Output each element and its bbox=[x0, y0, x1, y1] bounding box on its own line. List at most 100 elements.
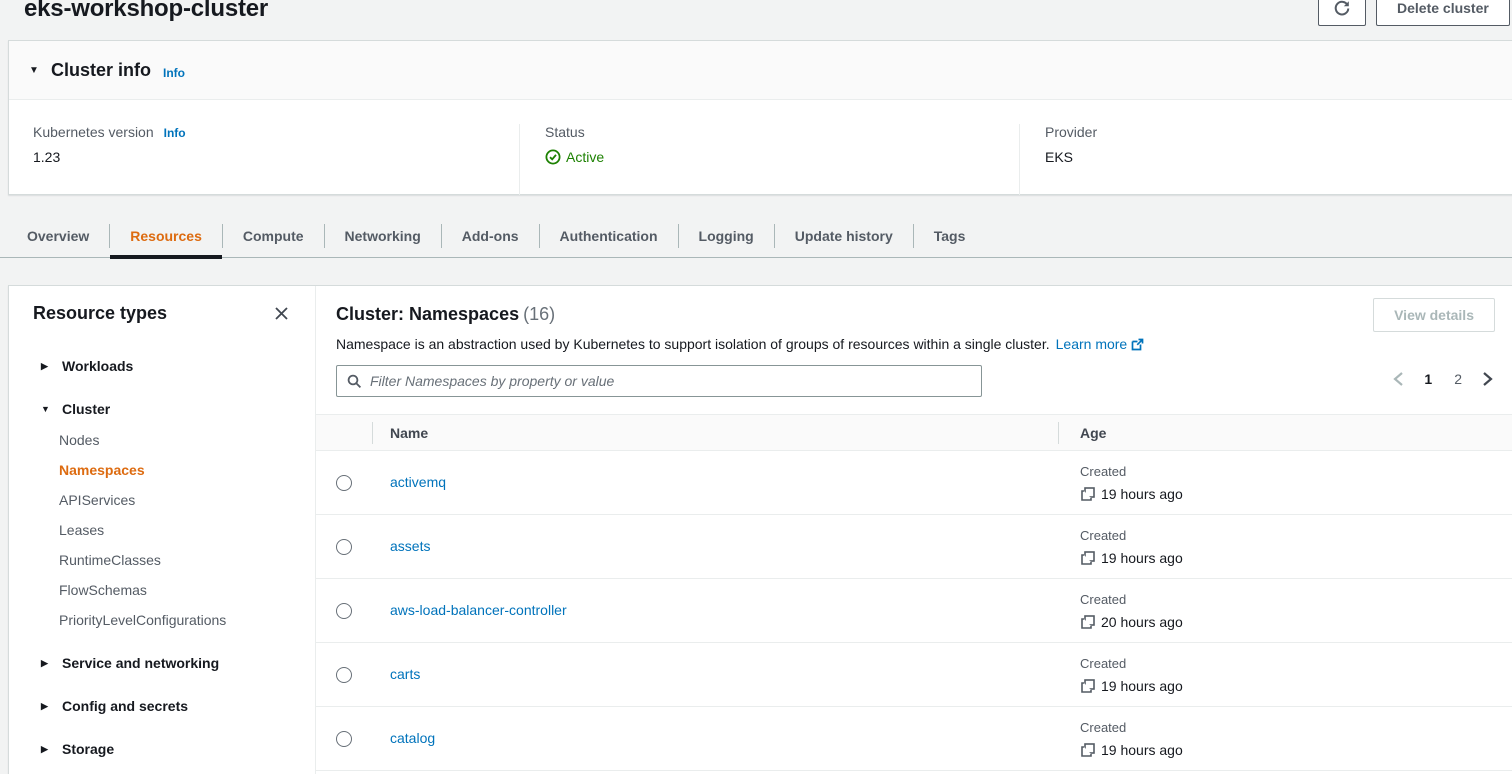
sidebar-item-service-and-networking[interactable]: ▶ Service and networking bbox=[33, 653, 291, 673]
provider-value: EKS bbox=[1045, 149, 1512, 165]
pagination: 1 2 bbox=[1391, 369, 1495, 389]
namespaces-panel: Cluster: Namespaces(16) Namespace is an … bbox=[316, 286, 1512, 774]
sidebar-item-nodes[interactable]: Nodes bbox=[33, 430, 291, 450]
page-number-2[interactable]: 2 bbox=[1450, 369, 1466, 389]
namespace-link[interactable]: assets bbox=[390, 538, 430, 554]
sidebar-item-leases[interactable]: Leases bbox=[33, 520, 291, 540]
caret-right-icon: ▶ bbox=[41, 696, 53, 716]
caret-down-icon: ▼ bbox=[41, 399, 53, 419]
caret-right-icon: ▶ bbox=[41, 739, 53, 759]
sidebar-group-service-networking: ▶ Service and networking bbox=[33, 653, 291, 673]
table-row: assets Created 19 hours ago bbox=[316, 515, 1512, 579]
table-row: carts Created 19 hours ago bbox=[316, 643, 1512, 707]
previous-page-button[interactable] bbox=[1391, 369, 1406, 389]
sidebar-item-runtimeclasses[interactable]: RuntimeClasses bbox=[33, 550, 291, 570]
age-text: 19 hours ago bbox=[1101, 742, 1183, 758]
sidebar-item-apiservices[interactable]: APIServices bbox=[33, 490, 291, 510]
sidebar-item-workloads[interactable]: ▶ Workloads bbox=[33, 356, 291, 376]
namespace-link[interactable]: activemq bbox=[390, 474, 446, 490]
cluster-info-title: Cluster info bbox=[51, 60, 151, 81]
sidebar-item-prioritylevelconfigurations[interactable]: PriorityLevelConfigurations bbox=[33, 610, 291, 630]
sidebar-group-config-secrets: ▶ Config and secrets bbox=[33, 696, 291, 716]
age-text: 19 hours ago bbox=[1101, 550, 1183, 566]
cluster-tabs: Overview Resources Compute Networking Ad… bbox=[0, 215, 1512, 258]
status-field: Status Active bbox=[519, 124, 1019, 195]
sidebar-item-flowschemas[interactable]: FlowSchemas bbox=[33, 580, 291, 600]
row-radio-button[interactable] bbox=[336, 603, 352, 619]
kubernetes-version-label: Kubernetes version bbox=[33, 124, 154, 140]
tab-overview[interactable]: Overview bbox=[7, 215, 109, 257]
table-header: Name Age bbox=[316, 414, 1512, 451]
copy-icon[interactable] bbox=[1081, 743, 1095, 757]
close-icon bbox=[274, 306, 289, 321]
tab-logging[interactable]: Logging bbox=[679, 215, 774, 257]
close-sidebar-button[interactable] bbox=[272, 304, 291, 323]
table-row: aws-load-balancer-controller Created 20 … bbox=[316, 579, 1512, 643]
chevron-left-icon bbox=[1393, 371, 1404, 387]
cluster-info-body: Kubernetes version Info 1.23 Status Acti… bbox=[9, 100, 1512, 195]
created-label: Created bbox=[1080, 656, 1512, 671]
name-column-header: Name bbox=[372, 425, 1058, 441]
row-radio-button[interactable] bbox=[336, 667, 352, 683]
learn-more-link[interactable]: Learn more bbox=[1056, 336, 1145, 353]
namespace-link[interactable]: carts bbox=[390, 666, 420, 682]
page-title: eks-workshop-cluster bbox=[24, 0, 268, 23]
tab-resources[interactable]: Resources bbox=[110, 215, 222, 257]
refresh-icon bbox=[1333, 0, 1351, 17]
panel-description: Namespace is an abstraction used by Kube… bbox=[336, 336, 1496, 353]
caret-right-icon: ▶ bbox=[41, 653, 53, 673]
copy-icon[interactable] bbox=[1081, 487, 1095, 501]
page-number-1[interactable]: 1 bbox=[1420, 369, 1436, 389]
table-row: activemq Created 19 hours ago bbox=[316, 451, 1512, 515]
next-page-button[interactable] bbox=[1480, 369, 1495, 389]
sidebar-item-config-and-secrets[interactable]: ▶ Config and secrets bbox=[33, 696, 291, 716]
row-radio-button[interactable] bbox=[336, 475, 352, 491]
provider-field: Provider EKS bbox=[1019, 124, 1512, 195]
kubernetes-version-field: Kubernetes version Info 1.23 bbox=[9, 124, 519, 195]
created-label: Created bbox=[1080, 464, 1512, 479]
chevron-right-icon bbox=[1482, 371, 1493, 387]
kubernetes-version-info-link[interactable]: Info bbox=[164, 126, 186, 140]
created-label: Created bbox=[1080, 720, 1512, 735]
row-radio-button[interactable] bbox=[336, 731, 352, 747]
row-radio-button[interactable] bbox=[336, 539, 352, 555]
panel-title: Cluster: Namespaces(16) bbox=[336, 303, 1496, 325]
external-link-icon bbox=[1131, 338, 1144, 351]
namespace-link[interactable]: catalog bbox=[390, 730, 435, 746]
cluster-info-header[interactable]: ▼ Cluster info Info bbox=[9, 41, 1512, 100]
copy-icon[interactable] bbox=[1081, 679, 1095, 693]
sidebar-item-storage[interactable]: ▶ Storage bbox=[33, 739, 291, 759]
created-label: Created bbox=[1080, 592, 1512, 607]
sidebar-item-namespaces[interactable]: Namespaces bbox=[33, 460, 291, 480]
tab-authentication[interactable]: Authentication bbox=[540, 215, 678, 257]
provider-label: Provider bbox=[1045, 124, 1097, 140]
sidebar-group-cluster: ▼ Cluster Nodes Namespaces APIServices L… bbox=[33, 399, 291, 630]
namespace-count: (16) bbox=[523, 304, 555, 324]
tab-add-ons[interactable]: Add-ons bbox=[442, 215, 539, 257]
kubernetes-version-value: 1.23 bbox=[33, 149, 519, 165]
age-text: 19 hours ago bbox=[1101, 486, 1183, 502]
filter-input[interactable] bbox=[370, 373, 971, 389]
view-details-button[interactable]: View details bbox=[1373, 298, 1495, 332]
copy-icon[interactable] bbox=[1081, 551, 1095, 565]
tab-update-history[interactable]: Update history bbox=[775, 215, 913, 257]
tab-compute[interactable]: Compute bbox=[223, 215, 324, 257]
tab-tags[interactable]: Tags bbox=[914, 215, 986, 257]
resource-types-sidebar: Resource types ▶ Workloads ▼ Cluster bbox=[9, 286, 316, 774]
refresh-button[interactable] bbox=[1318, 0, 1366, 26]
namespace-link[interactable]: aws-load-balancer-controller bbox=[390, 602, 567, 618]
caret-right-icon: ▶ bbox=[41, 356, 53, 376]
tab-networking[interactable]: Networking bbox=[325, 215, 441, 257]
status-value: Active bbox=[566, 149, 604, 165]
sidebar-item-cluster[interactable]: ▼ Cluster bbox=[33, 399, 291, 419]
cluster-info-panel: ▼ Cluster info Info Kubernetes version I… bbox=[8, 40, 1512, 195]
cluster-info-info-link[interactable]: Info bbox=[163, 66, 185, 80]
age-text: 20 hours ago bbox=[1101, 614, 1183, 630]
search-icon bbox=[347, 374, 362, 389]
sidebar-group-storage: ▶ Storage bbox=[33, 739, 291, 759]
delete-cluster-button[interactable]: Delete cluster bbox=[1376, 0, 1510, 26]
copy-icon[interactable] bbox=[1081, 615, 1095, 629]
header-actions: Delete cluster bbox=[1318, 0, 1510, 26]
filter-box bbox=[336, 365, 982, 397]
namespaces-table: Name Age activemq Created 19 hours ago a… bbox=[316, 414, 1512, 771]
